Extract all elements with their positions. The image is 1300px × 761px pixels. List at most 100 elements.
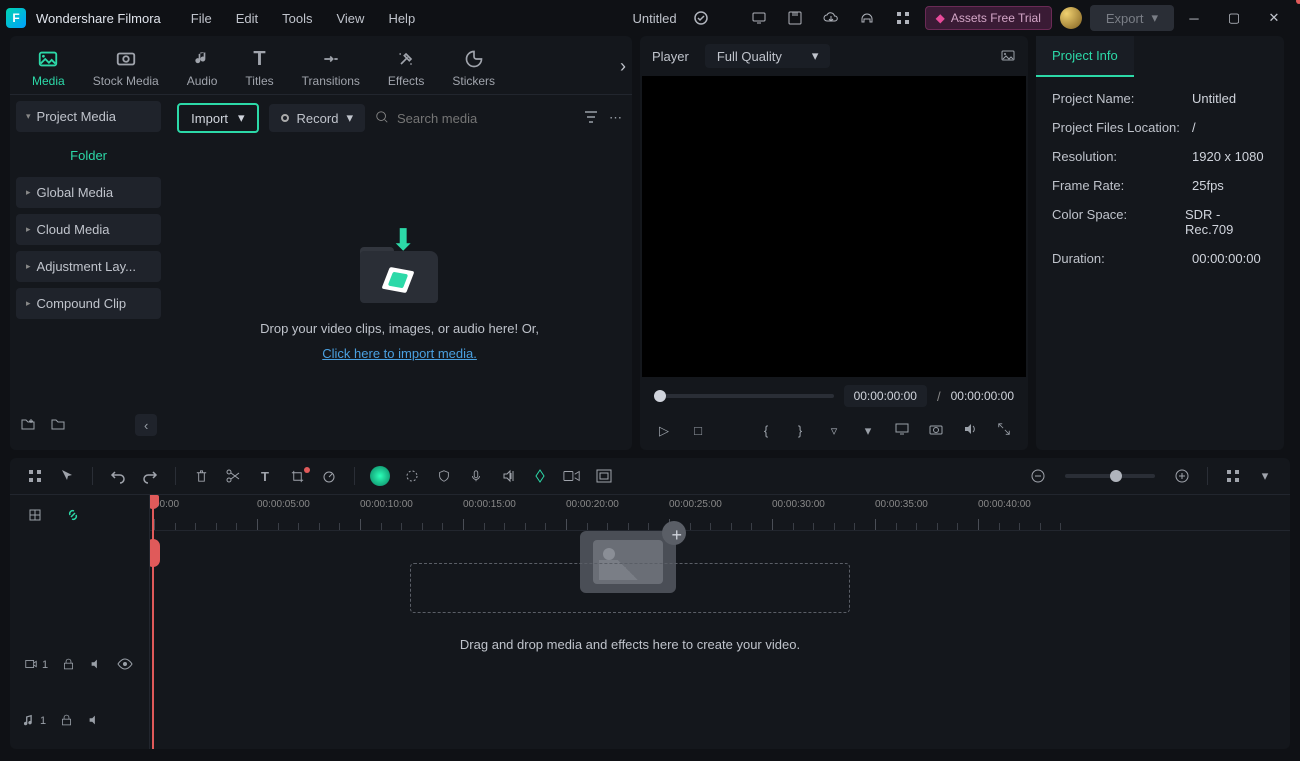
link-icon[interactable] — [62, 507, 84, 523]
split-icon[interactable] — [222, 468, 244, 484]
zoom-out-icon[interactable] — [1027, 468, 1049, 484]
mark-out-icon[interactable]: } — [790, 423, 810, 438]
tab-audio[interactable]: Audio — [173, 42, 232, 94]
aspect-icon[interactable] — [593, 469, 615, 483]
save-icon[interactable] — [781, 4, 809, 32]
redo-icon[interactable] — [139, 468, 161, 484]
quality-select[interactable]: Full Quality▾ — [705, 44, 831, 68]
apps-icon[interactable] — [889, 4, 917, 32]
sidebar-cloud-media[interactable]: ▸Cloud Media — [16, 214, 161, 245]
new-folder-icon[interactable] — [20, 416, 36, 435]
project-info-tab[interactable]: Project Info — [1036, 36, 1134, 77]
menu-edit[interactable]: Edit — [236, 11, 258, 26]
cloud-icon[interactable] — [817, 4, 845, 32]
tab-media[interactable]: Media — [18, 42, 79, 94]
fullscreen-icon[interactable] — [994, 422, 1014, 439]
display-icon[interactable] — [745, 4, 773, 32]
sidebar-global-media[interactable]: ▸Global Media — [16, 177, 161, 208]
timeline-ruler[interactable]: 00:0000:00:05:0000:00:10:0000:00:15:0000… — [150, 495, 1290, 531]
chevron-right-icon: ▸ — [26, 187, 31, 198]
mute-icon[interactable] — [87, 713, 101, 730]
assets-trial-button[interactable]: ◆ Assets Free Trial — [925, 6, 1052, 30]
magnet-icon[interactable] — [24, 507, 46, 523]
chevron-down-icon[interactable]: ▾ — [1254, 468, 1276, 484]
timeline-tracks[interactable]: 00:0000:00:05:0000:00:10:0000:00:15:0000… — [150, 495, 1290, 749]
pointer-icon[interactable] — [56, 468, 78, 484]
mark-in-icon[interactable]: { — [756, 423, 776, 438]
eye-icon[interactable] — [117, 658, 133, 673]
timeline-toolbar: T ▾ — [10, 458, 1290, 495]
stop-button[interactable]: □ — [688, 423, 708, 438]
tab-transitions[interactable]: Transitions — [288, 42, 374, 94]
play-button[interactable]: ▷ — [654, 423, 674, 439]
mute-icon[interactable] — [89, 657, 103, 674]
media-drop-zone[interactable]: ⬇ Drop your video clips, images, or audi… — [167, 141, 632, 450]
info-label-location: Project Files Location: — [1052, 120, 1192, 135]
video-track-header[interactable]: 1 — [10, 637, 149, 693]
lock-icon[interactable] — [60, 713, 73, 730]
tab-stickers[interactable]: Stickers — [438, 42, 509, 94]
minimize-button[interactable]: ─ — [1174, 0, 1214, 36]
chevron-down-icon: ▾ — [238, 110, 245, 126]
unsaved-icon[interactable] — [687, 4, 715, 32]
sidebar-compound-clip[interactable]: ▸Compound Clip — [16, 288, 161, 319]
mic-icon[interactable] — [465, 468, 487, 484]
display-settings-icon[interactable] — [892, 421, 912, 440]
stock-media-icon — [115, 48, 137, 70]
grid-icon[interactable] — [24, 468, 46, 484]
speed-icon[interactable] — [318, 468, 340, 484]
sidebar-project-media[interactable]: ▾Project Media — [16, 101, 161, 132]
menu-tools[interactable]: Tools — [282, 11, 312, 26]
import-button[interactable]: Import▾ — [177, 103, 258, 133]
menu-help[interactable]: Help — [388, 11, 415, 26]
scrubber[interactable] — [654, 394, 834, 398]
tab-titles[interactable]: TTitles — [231, 42, 287, 94]
avatar-icon[interactable] — [1060, 7, 1082, 29]
crop-icon[interactable] — [286, 469, 308, 484]
media-tabs: Media Stock Media Audio TTitles Transiti… — [10, 36, 632, 94]
close-button[interactable]: ✕ — [1254, 0, 1294, 36]
ruler-label: 00:00:25:00 — [669, 499, 722, 510]
render-icon[interactable] — [561, 469, 583, 483]
shield-icon[interactable] — [433, 468, 455, 484]
chevron-right-icon: ▸ — [26, 224, 31, 235]
menu-view[interactable]: View — [336, 11, 364, 26]
headphones-icon[interactable] — [853, 4, 881, 32]
video-track-num: 1 — [42, 659, 48, 671]
filter-icon[interactable] — [583, 109, 599, 128]
keyframe-icon[interactable] — [529, 468, 551, 484]
snapshot-icon[interactable] — [1000, 47, 1016, 66]
record-button[interactable]: Record▾ — [269, 104, 365, 132]
sidebar-folder[interactable]: Folder — [16, 138, 161, 177]
camera-icon[interactable] — [926, 421, 946, 440]
audio-track-header[interactable]: 1 — [10, 693, 149, 749]
volume-icon[interactable] — [960, 421, 980, 440]
export-button[interactable]: Export ▾ — [1090, 5, 1174, 31]
search-input[interactable] — [397, 111, 573, 126]
zoom-slider[interactable] — [1065, 474, 1155, 478]
tab-stock-media[interactable]: Stock Media — [79, 42, 173, 94]
more-icon[interactable]: ⋯ — [609, 110, 622, 126]
color-icon[interactable] — [401, 468, 423, 484]
tabs-more-icon[interactable]: › — [620, 56, 626, 77]
marker-icon[interactable]: ▿ — [824, 423, 844, 439]
diamond-icon: ◆ — [936, 11, 945, 25]
audio-mixer-icon[interactable] — [497, 468, 519, 484]
menu-file[interactable]: File — [191, 11, 212, 26]
undo-icon[interactable] — [107, 468, 129, 484]
folder-icon[interactable] — [50, 416, 66, 435]
lock-icon[interactable] — [62, 657, 75, 674]
tab-effects[interactable]: Effects — [374, 42, 438, 94]
player-viewport[interactable] — [642, 76, 1026, 377]
chevron-down-icon[interactable]: ▾ — [858, 423, 878, 439]
maximize-button[interactable]: ▢ — [1214, 0, 1254, 36]
track-view-icon[interactable] — [1222, 469, 1244, 483]
playhead[interactable] — [152, 495, 154, 749]
zoom-in-icon[interactable] — [1171, 468, 1193, 484]
ai-icon[interactable] — [369, 466, 391, 486]
sidebar-adjustment-layer[interactable]: ▸Adjustment Lay... — [16, 251, 161, 282]
collapse-sidebar-button[interactable]: ‹ — [135, 414, 157, 436]
import-link[interactable]: Click here to import media. — [322, 346, 477, 361]
text-icon[interactable]: T — [254, 469, 276, 484]
delete-icon[interactable] — [190, 469, 212, 484]
